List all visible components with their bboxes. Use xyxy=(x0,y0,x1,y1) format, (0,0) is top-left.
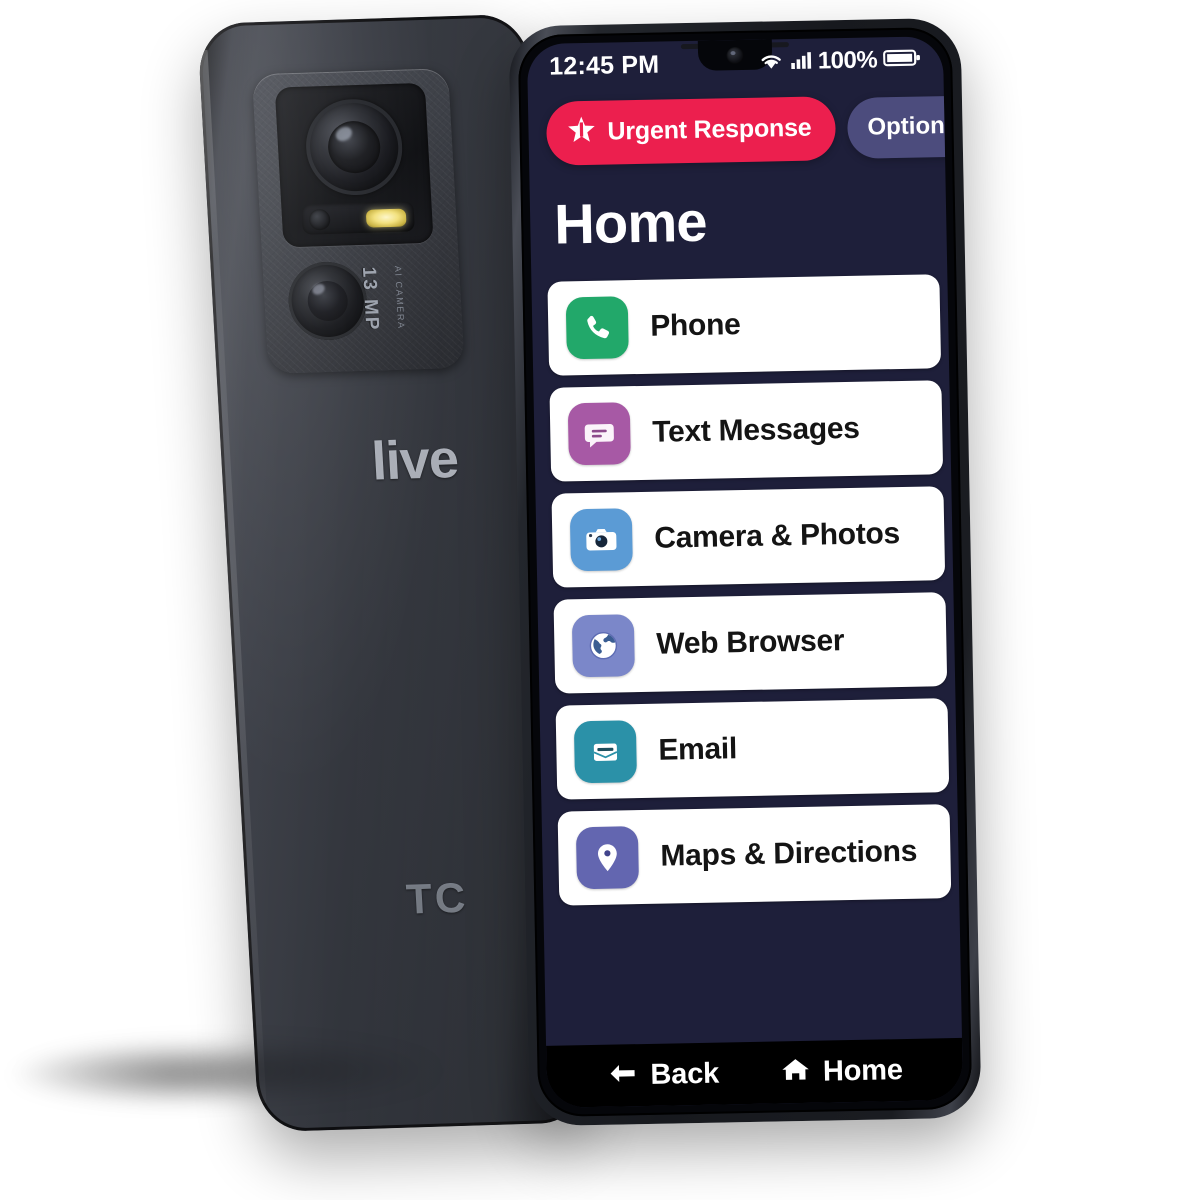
battery-percent-label: 100% xyxy=(817,46,878,75)
arrow-left-icon xyxy=(606,1060,639,1092)
camera-lens-strip xyxy=(301,201,415,235)
app-label: Email xyxy=(658,732,738,767)
app-label: Maps & Directions xyxy=(660,834,918,873)
chat-bubble-icon xyxy=(567,402,631,466)
front-phone-bezel: 12:45 PM 100% Urgent Response Options Ho… xyxy=(517,26,973,1118)
app-item-text-messages[interactable]: Text Messages xyxy=(549,380,944,482)
app-label: Phone xyxy=(649,308,741,343)
urgent-response-label: Urgent Response xyxy=(607,113,812,146)
app-list: Phone Text Messages Camera & Photos Web … xyxy=(547,274,955,1107)
battery-full-icon xyxy=(882,47,921,73)
envelope-icon xyxy=(573,720,638,784)
nav-home-label: Home xyxy=(822,1053,904,1088)
phone-screen: 12:45 PM 100% Urgent Response Options Ho… xyxy=(526,36,964,1108)
camera-mp-label: 13 MP xyxy=(357,266,383,332)
brand-lively-logo: live xyxy=(370,428,460,492)
app-item-maps-directions[interactable]: Maps & Directions xyxy=(557,804,952,906)
app-label: Web Browser xyxy=(656,624,845,661)
house-icon xyxy=(781,1056,812,1089)
camera-flash-icon xyxy=(365,208,407,228)
app-item-web-browser[interactable]: Web Browser xyxy=(553,592,948,694)
app-label: Text Messages xyxy=(651,411,860,449)
camera-icon xyxy=(569,508,633,572)
front-phone-frame: 12:45 PM 100% Urgent Response Options Ho… xyxy=(508,17,982,1127)
front-phone-shadow xyxy=(18,1040,438,1102)
camera-lens-icon xyxy=(303,97,405,197)
app-item-email[interactable]: Email xyxy=(555,698,950,800)
product-scene: 13 MP AI CAMERA live TC 12:45 PM 100% Ur… xyxy=(0,0,1200,1200)
camera-ai-label: AI CAMERA xyxy=(392,265,407,330)
bottom-nav-bar: Back Home xyxy=(546,1037,964,1108)
top-action-row: Urgent Response Options xyxy=(528,94,964,166)
signal-bars-icon xyxy=(790,49,812,74)
app-item-phone[interactable]: Phone xyxy=(547,274,942,376)
camera-module: 13 MP AI CAMERA xyxy=(251,68,465,374)
star-icon xyxy=(566,115,597,151)
status-bar: 12:45 PM 100% xyxy=(527,36,944,90)
urgent-response-button[interactable]: Urgent Response xyxy=(545,96,837,166)
front-phone: 12:45 PM 100% Urgent Response Options Ho… xyxy=(508,17,982,1127)
globe-icon xyxy=(571,614,635,678)
options-button[interactable]: Options xyxy=(846,94,964,159)
camera-lens-small-icon xyxy=(308,208,331,231)
camera-upper-block xyxy=(274,82,434,248)
nav-home-button[interactable]: Home xyxy=(781,1054,903,1089)
status-indicators: 100% xyxy=(758,46,922,77)
wifi-icon xyxy=(758,50,784,75)
back-phone-left-rim xyxy=(198,49,267,1104)
brand-tcl-logo: TC xyxy=(404,873,470,923)
page-title: Home xyxy=(553,189,708,256)
app-item-camera-photos[interactable]: Camera & Photos xyxy=(551,486,946,588)
nav-back-button[interactable]: Back xyxy=(606,1057,719,1092)
map-pin-icon xyxy=(575,826,640,890)
app-label: Camera & Photos xyxy=(654,517,901,555)
status-clock: 12:45 PM xyxy=(548,50,660,81)
nav-back-label: Back xyxy=(650,1057,720,1091)
phone-handset-icon xyxy=(565,296,629,360)
